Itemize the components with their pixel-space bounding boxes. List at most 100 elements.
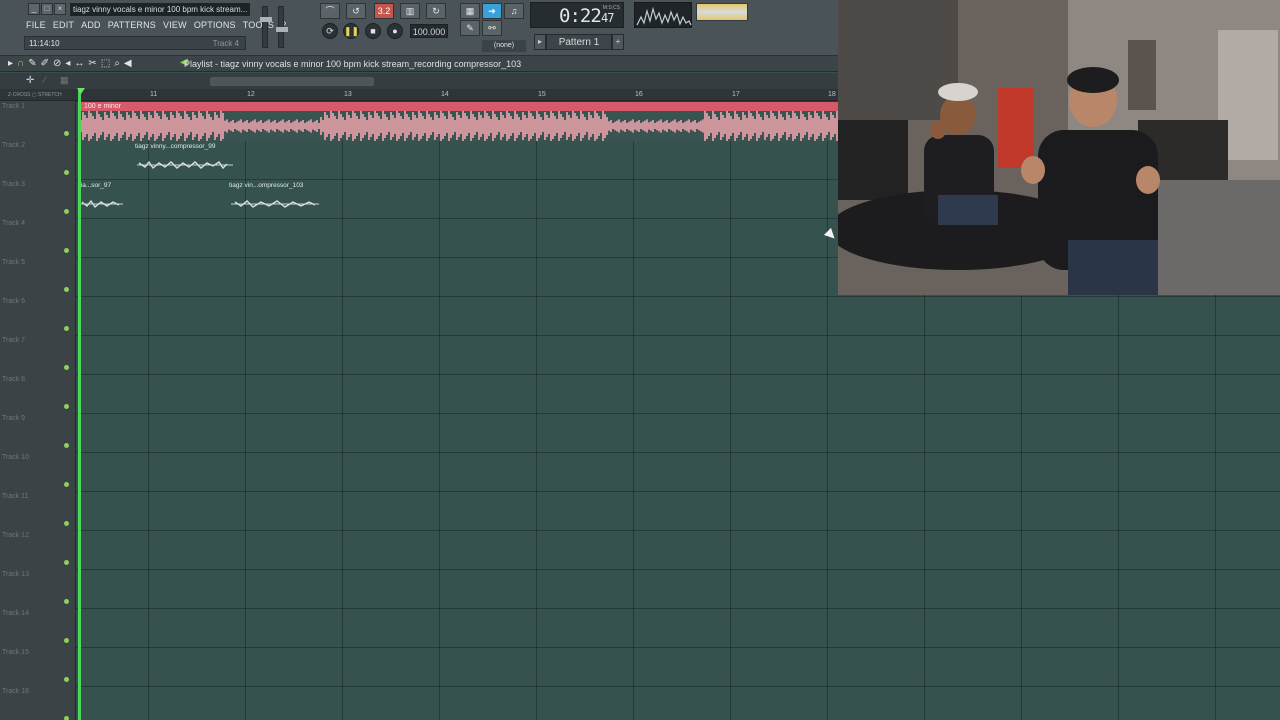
tempo-display[interactable]: 100.000 [410,24,448,38]
clip-waveform[interactable] [229,197,321,211]
menu-file[interactable]: FILE [26,19,46,31]
master-volume-slider[interactable] [260,6,272,48]
slip-tool-icon[interactable]: ↔ [74,58,84,70]
menu-patterns[interactable]: PATTERNS [108,19,156,31]
add-pattern-icon[interactable]: + [612,34,624,50]
track-enable-led[interactable] [64,716,69,720]
track-enable-led[interactable] [64,599,69,604]
magnet-icon[interactable]: ∩ [17,58,24,70]
hint-bar: 11:14:10 Track 4 [24,36,246,50]
track-enable-led[interactable] [64,521,69,526]
playhead-marker-icon[interactable] [77,88,85,94]
menu-bar: FILE EDIT ADD PATTERNS VIEW OPTIONS TOOL… [26,19,286,31]
track-enable-led[interactable] [64,677,69,682]
track-enable-led[interactable] [64,404,69,409]
bell-icon[interactable]: ♫ [504,3,524,19]
project-title: tiagz vinny vocals e minor 100 bpm kick … [70,3,250,16]
song-time-display[interactable]: 0:22 47 M:S:CS [530,2,624,28]
clip-name: 100 e minor [84,103,121,110]
track-label[interactable]: Track 11 [2,493,28,500]
loop-record-icon[interactable]: ↻ [426,3,446,19]
track-label[interactable]: Track 13 [2,571,29,578]
track-enable-led[interactable] [64,560,69,565]
track-enable-led[interactable] [64,170,69,175]
horizontal-scrollbar[interactable] [210,77,374,86]
pattern-prev-icon[interactable]: ▸ [534,34,546,50]
track-label[interactable]: Track 6 [2,298,25,305]
select-tool-icon[interactable]: ⬚ [101,58,110,70]
track-label[interactable]: Track 8 [2,376,25,383]
metronome-icon[interactable]: ⌒ [320,3,340,19]
delete-tool-icon[interactable]: ⊘ [53,58,61,70]
zoom-chip[interactable]: Z-CROSS ▢ STRETCH [8,92,62,98]
menu-options[interactable]: OPTIONS [194,19,236,31]
track-label[interactable]: Track 16 [2,688,29,695]
pattern-selector[interactable]: Pattern 1 [546,34,612,50]
track-enable-led[interactable] [64,638,69,643]
wait-input-icon[interactable]: ↺ [346,3,366,19]
track-label[interactable]: Track 1 [2,103,25,110]
brush-icon[interactable]: ✎ [460,20,480,36]
audio-clip[interactable] [81,111,838,141]
playback-tool-icon[interactable]: ◀ [124,58,132,70]
track-label[interactable]: Track 9 [2,415,25,422]
track-label[interactable]: Track 12 [2,532,29,539]
minimize-icon[interactable]: _ [28,3,40,15]
step-edit-icon[interactable]: ▥ [400,3,420,19]
clip-waveform[interactable] [79,197,125,211]
grid-icon[interactable]: ▦ [60,75,69,86]
menu-edit[interactable]: EDIT [53,19,74,31]
snap-selector[interactable]: (none) [482,40,526,52]
record-button[interactable]: ● [387,23,403,39]
fade-icon[interactable]: ⁄ [44,75,46,85]
song-pattern-toggle-icon[interactable]: ⟳ [322,23,338,39]
track-enable-led[interactable] [64,326,69,331]
track-enable-led[interactable] [64,482,69,487]
timeline-ruler[interactable]: Z-CROSS ▢ STRETCH 11 12 13 14 15 16 17 1… [0,89,838,101]
ruler-tick: 16 [635,91,643,98]
mute-tool-icon[interactable]: ◂ [65,58,70,70]
clip-name[interactable]: tia...sor_97 [79,182,111,189]
peak-meter [696,3,748,21]
audio-clip-header[interactable]: 100 e minor [81,102,838,111]
track-enable-led[interactable] [64,209,69,214]
zoom-tool-icon[interactable]: ⌕ [114,58,120,70]
menu-add[interactable]: ADD [81,19,101,31]
paint-tool-icon[interactable]: ✐ [41,58,49,70]
link-icon[interactable]: ⚯ [482,20,502,36]
track-label[interactable]: Track 10 [2,454,29,461]
track-headers: Track 1 Track 2 Track 3 Track 4 Track 5 Track… [0,101,76,720]
track-enable-led[interactable] [64,131,69,136]
clip-name[interactable]: tiagz vinny...compressor_99 [135,143,215,150]
countdown-button[interactable]: 3.2 [374,3,394,19]
snap-cross-icon[interactable]: ✛ [26,75,34,86]
playhead[interactable] [78,89,81,720]
menu-view[interactable]: VIEW [163,19,187,31]
track-label[interactable]: Track 7 [2,337,25,344]
track-label[interactable]: Track 3 [2,181,25,188]
track-label[interactable]: Track 2 [2,142,25,149]
pause-button[interactable]: ❚❚ [343,23,359,39]
close-icon[interactable]: × [54,3,66,15]
stop-button[interactable]: ■ [365,23,381,39]
master-pitch-slider[interactable] [276,6,288,48]
restore-icon[interactable]: □ [41,3,53,15]
track-enable-led[interactable] [64,365,69,370]
hint-track: Track 4 [212,39,239,48]
track-label[interactable]: Track 4 [2,220,25,227]
slice-tool-icon[interactable]: ✂ [88,58,96,70]
track-label[interactable]: Track 14 [2,610,29,617]
clip-waveform[interactable] [135,158,235,172]
track-label[interactable]: Track 5 [2,259,25,266]
track-enable-led[interactable] [64,443,69,448]
track-label[interactable]: Track 15 [2,649,29,656]
clip-name[interactable]: tiagz vin...ompressor_103 [229,182,303,189]
track-enable-led[interactable] [64,287,69,292]
draw-tool-icon[interactable]: ✎ [28,58,36,70]
playlist-subheader: ✛ ⁄ ▦ [0,73,838,89]
play-arrow-icon[interactable]: ▸ [8,58,13,70]
typing-keyboard-icon[interactable]: ▦ [460,3,480,19]
playlist-tools: ▸ ∩ ✎ ✐ ⊘ ◂ ↔ ✂ ⬚ ⌕ ◀ [8,58,132,70]
track-enable-led[interactable] [64,248,69,253]
recording-arrow-icon[interactable]: ➔ [482,3,502,19]
